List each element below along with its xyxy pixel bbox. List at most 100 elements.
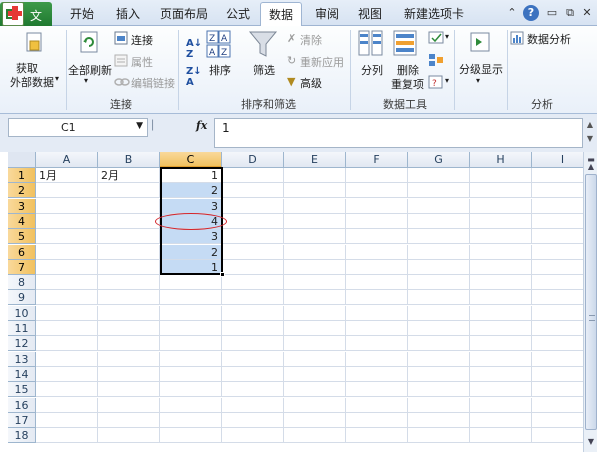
cell-g10[interactable]	[408, 306, 470, 321]
formula-input[interactable]: 1	[214, 118, 583, 148]
cell-h13[interactable]	[470, 352, 532, 367]
cell-c18[interactable]	[160, 428, 222, 443]
cell-e15[interactable]	[284, 382, 346, 397]
cell-g7[interactable]	[408, 260, 470, 275]
cell-b4[interactable]	[98, 214, 160, 229]
row-header[interactable]: 17	[8, 413, 36, 428]
select-all-corner[interactable]	[8, 152, 36, 168]
cell-g3[interactable]	[408, 199, 470, 214]
cell-d6[interactable]	[222, 245, 284, 260]
insert-function-icon[interactable]: fx	[196, 119, 207, 132]
column-header-b[interactable]: B	[98, 152, 160, 168]
cell-h8[interactable]	[470, 275, 532, 290]
cell-d10[interactable]	[222, 306, 284, 321]
cell-c6[interactable]: 2	[160, 245, 222, 260]
row-header[interactable]: 4	[8, 214, 36, 229]
cell-c7[interactable]: 1	[160, 260, 222, 275]
row-header[interactable]: 5	[8, 229, 36, 244]
cell-h6[interactable]	[470, 245, 532, 260]
cell-a9[interactable]	[36, 290, 98, 305]
cell-i18[interactable]	[532, 428, 583, 443]
cell-d17[interactable]	[222, 413, 284, 428]
tab-insert[interactable]: 插入	[116, 5, 140, 22]
row-header[interactable]: 8	[8, 275, 36, 290]
cell-g13[interactable]	[408, 352, 470, 367]
column-header-h[interactable]: H	[470, 152, 532, 168]
row-header[interactable]: 3	[8, 199, 36, 214]
cell-a11[interactable]	[36, 321, 98, 336]
column-header-f[interactable]: F	[346, 152, 408, 168]
cell-e7[interactable]	[284, 260, 346, 275]
cell-d7[interactable]	[222, 260, 284, 275]
column-header-e[interactable]: E	[284, 152, 346, 168]
cell-f10[interactable]	[346, 306, 408, 321]
cell-f5[interactable]	[346, 229, 408, 244]
cell-b6[interactable]	[98, 245, 160, 260]
row-header[interactable]: 15	[8, 382, 36, 397]
cell-d8[interactable]	[222, 275, 284, 290]
cell-a16[interactable]	[36, 398, 98, 413]
cell-b13[interactable]	[98, 352, 160, 367]
cell-i7[interactable]	[532, 260, 583, 275]
cell-a7[interactable]	[36, 260, 98, 275]
cell-f7[interactable]	[346, 260, 408, 275]
cell-a1[interactable]: 1月	[36, 168, 98, 183]
cell-a8[interactable]	[36, 275, 98, 290]
cell-g9[interactable]	[408, 290, 470, 305]
cell-d16[interactable]	[222, 398, 284, 413]
column-header-c[interactable]: C	[160, 152, 222, 168]
cell-e9[interactable]	[284, 290, 346, 305]
cell-g14[interactable]	[408, 367, 470, 382]
cell-d14[interactable]	[222, 367, 284, 382]
cell-i13[interactable]	[532, 352, 583, 367]
worksheet-grid[interactable]: ABCDEFGHI 1 2 3 4 5 6 7 8 9 10 11 12 13 14 15 16 17 18 1月…	[0, 152, 583, 452]
cell-c16[interactable]	[160, 398, 222, 413]
tab-data[interactable]: 数据	[260, 2, 303, 27]
cell-e14[interactable]	[284, 367, 346, 382]
row-header[interactable]: 6	[8, 245, 36, 260]
cell-d1[interactable]	[222, 168, 284, 183]
cell-d3[interactable]	[222, 199, 284, 214]
tab-formulas[interactable]: 公式	[226, 5, 250, 22]
cell-a6[interactable]	[36, 245, 98, 260]
cell-g16[interactable]	[408, 398, 470, 413]
cell-f14[interactable]	[346, 367, 408, 382]
cell-h11[interactable]	[470, 321, 532, 336]
cell-b12[interactable]	[98, 336, 160, 351]
cell-a3[interactable]	[36, 199, 98, 214]
cell-h3[interactable]	[470, 199, 532, 214]
row-header[interactable]: 1	[8, 168, 36, 183]
scroll-down-icon[interactable]: ▼	[585, 436, 597, 448]
tab-new-tab[interactable]: 新建选项卡	[404, 5, 464, 22]
cell-e2[interactable]	[284, 183, 346, 198]
cell-i8[interactable]	[532, 275, 583, 290]
cell-c9[interactable]	[160, 290, 222, 305]
column-header-a[interactable]: A	[36, 152, 98, 168]
row-header[interactable]: 9	[8, 290, 36, 305]
row-header[interactable]: 16	[8, 398, 36, 413]
cell-h2[interactable]	[470, 183, 532, 198]
cell-f17[interactable]	[346, 413, 408, 428]
cell-a17[interactable]	[36, 413, 98, 428]
cell-c13[interactable]	[160, 352, 222, 367]
cell-f3[interactable]	[346, 199, 408, 214]
cell-e18[interactable]	[284, 428, 346, 443]
cell-i9[interactable]	[532, 290, 583, 305]
column-header-d[interactable]: D	[222, 152, 284, 168]
minimize-ribbon-icon[interactable]: ⌃	[504, 5, 520, 21]
cell-d5[interactable]	[222, 229, 284, 244]
cell-b5[interactable]	[98, 229, 160, 244]
cell-d4[interactable]	[222, 214, 284, 229]
cell-i4[interactable]	[532, 214, 583, 229]
row-header[interactable]: 10	[8, 306, 36, 321]
cell-h12[interactable]	[470, 336, 532, 351]
row-header[interactable]: 7	[8, 260, 36, 275]
cell-i1[interactable]	[532, 168, 583, 183]
cell-h1[interactable]	[470, 168, 532, 183]
cell-g8[interactable]	[408, 275, 470, 290]
cell-d2[interactable]	[222, 183, 284, 198]
cell-c3[interactable]: 3	[160, 199, 222, 214]
cell-i16[interactable]	[532, 398, 583, 413]
cell-c5[interactable]: 3	[160, 229, 222, 244]
cell-f13[interactable]	[346, 352, 408, 367]
